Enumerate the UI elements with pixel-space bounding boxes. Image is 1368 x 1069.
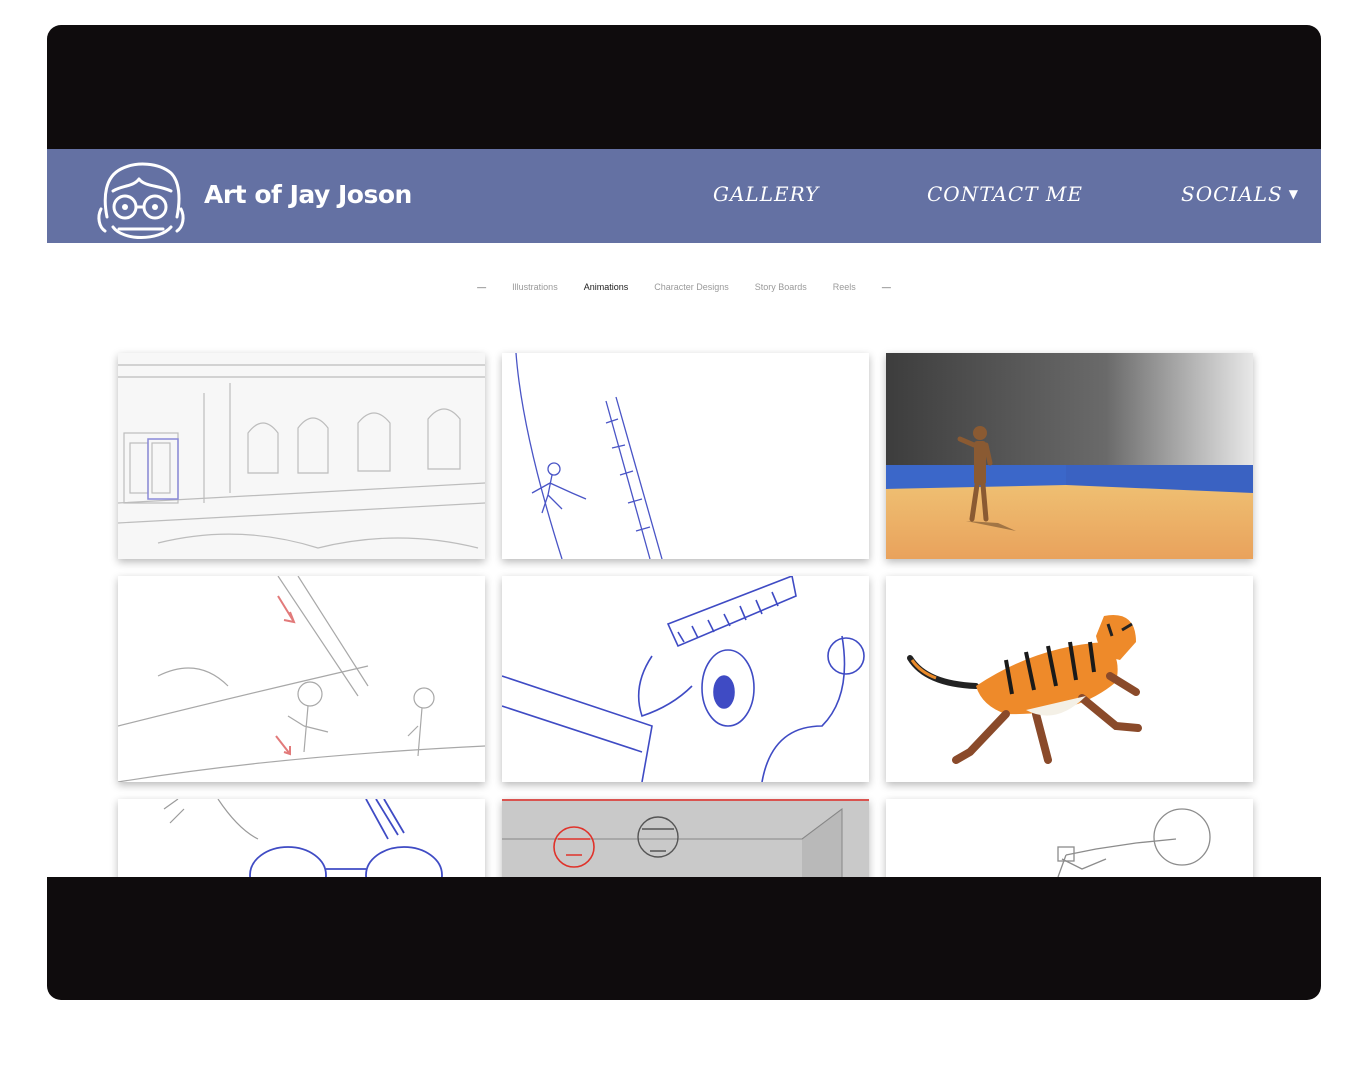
gallery-tile[interactable] [118, 799, 485, 877]
filter-illustrations[interactable]: Illustrations [499, 282, 571, 302]
glasses-character-sketch-image [118, 799, 485, 877]
filter-character-designs[interactable]: Character Designs [641, 282, 742, 302]
grey-storyboard-image [502, 799, 869, 877]
filter-reels[interactable]: Reels [820, 282, 869, 302]
mannequin-3d-image [886, 353, 1253, 559]
gallery-tile[interactable] [886, 799, 1253, 877]
gallery-tile[interactable] [118, 353, 485, 559]
face-closeup-sketch-image [502, 576, 869, 782]
device-frame: Art of Jay Joson GALLERY CONTACT ME SOCI… [47, 25, 1321, 1000]
gallery-tile[interactable] [886, 353, 1253, 559]
gallery-tile[interactable] [118, 576, 485, 782]
browser-viewport: Art of Jay Joson GALLERY CONTACT ME SOCI… [47, 149, 1321, 877]
leaping-sketch-image [502, 353, 869, 559]
gallery-tile[interactable] [502, 799, 869, 877]
nav-socials[interactable]: SOCIALS ▼ [1181, 182, 1299, 206]
caret-down-icon: ▼ [1288, 187, 1299, 201]
gallery-tile[interactable] [502, 353, 869, 559]
avatar-logo-icon[interactable] [93, 157, 189, 243]
nav-gallery[interactable]: GALLERY [713, 182, 819, 206]
nav-contact-me[interactable]: CONTACT ME [927, 182, 1083, 206]
fighter-sketch-image [886, 799, 1253, 877]
palace-sketch-image [118, 353, 485, 559]
site-header: Art of Jay Joson GALLERY CONTACT ME SOCI… [47, 149, 1321, 243]
gallery-tile[interactable] [886, 576, 1253, 782]
site-title[interactable]: Art of Jay Joson [204, 180, 412, 209]
filter-story-boards[interactable]: Story Boards [742, 282, 820, 302]
pencil-storyboard-image [118, 576, 485, 782]
tiger-animation-image [886, 576, 1253, 782]
gallery-tile[interactable] [502, 576, 869, 782]
filter-divider-right: — [881, 282, 891, 292]
nav-socials-label: SOCIALS [1181, 182, 1283, 206]
filter-animations[interactable]: Animations [571, 282, 642, 302]
filter-divider-left: — [477, 282, 487, 292]
gallery-filter-bar: — Illustrations Animations Character Des… [47, 282, 1321, 302]
